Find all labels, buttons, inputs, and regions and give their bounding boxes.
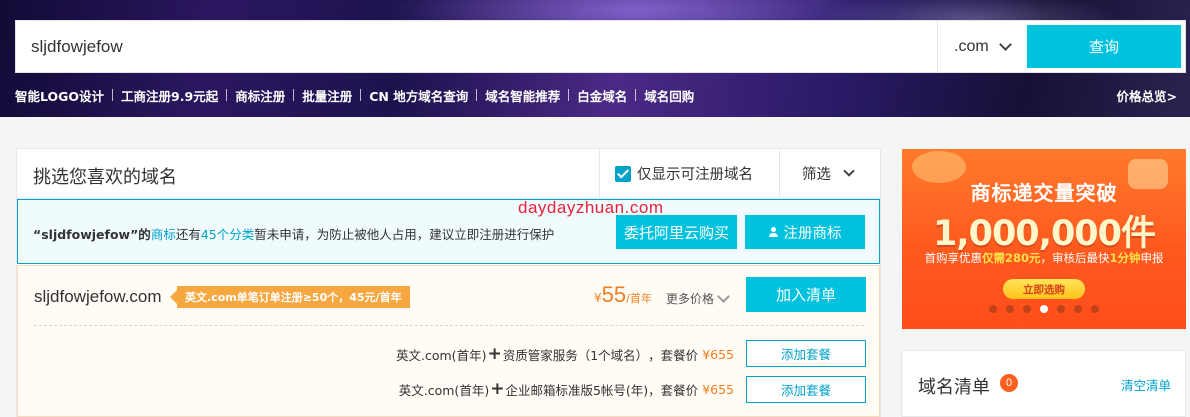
domain-search-input[interactable] bbox=[16, 21, 936, 72]
price-value: 55 bbox=[601, 282, 627, 307]
user-icon bbox=[768, 227, 779, 237]
divider bbox=[360, 89, 362, 101]
cart-count-badge: 0 bbox=[1000, 374, 1018, 392]
notice-middle: 还有 bbox=[175, 227, 201, 242]
divider bbox=[293, 89, 295, 101]
package-offer: 英文.com(首年) + 资质管家服务（1个域名） ，套餐价 ¥655 bbox=[396, 344, 734, 364]
search-button[interactable]: 查询 bbox=[1027, 25, 1181, 68]
package-label: ，套餐价 bbox=[648, 347, 699, 363]
panel-header: 挑选您喜欢的域名 仅显示可注册域名 筛选 bbox=[17, 149, 880, 199]
filter-dropdown[interactable]: 筛选 bbox=[779, 149, 880, 198]
register-trademark-label: 注册商标 bbox=[783, 225, 842, 242]
domain-price: ¥55/首年 bbox=[594, 282, 652, 308]
notice-classes: 45个分类 bbox=[200, 227, 255, 242]
entrust-purchase-button[interactable]: 委托阿里云购买 bbox=[616, 215, 737, 249]
quick-link-bulk[interactable]: 批量注册 bbox=[302, 86, 352, 105]
quick-link-buyback[interactable]: 域名回购 bbox=[644, 86, 694, 105]
price-overview-link[interactable]: 价格总览> bbox=[1117, 86, 1177, 105]
add-package-button[interactable]: 添加套餐 bbox=[746, 376, 866, 403]
trademark-notice: daydayzhuan.com “sljdfowjefow”的商标还有45个分类… bbox=[17, 198, 880, 264]
banner-number: 1,000,000件 bbox=[932, 214, 1156, 254]
add-package-button[interactable]: 添加套餐 bbox=[746, 340, 866, 367]
banner-sub-middle: ，审核后最快 bbox=[1040, 251, 1110, 265]
banner-sub-highlight: 1分钟 bbox=[1109, 251, 1141, 265]
notice-trademark-link[interactable]: 商标 bbox=[151, 227, 176, 242]
quick-link-platinum[interactable]: 白金域名 bbox=[577, 86, 627, 105]
quick-link-business-registration[interactable]: 工商注册9.9元起 bbox=[121, 86, 218, 105]
more-prices-label: 更多价格 bbox=[666, 292, 715, 306]
divider bbox=[226, 89, 228, 101]
banner-sub-prefix: 首购享优惠 bbox=[924, 251, 982, 265]
domain-results-panel: 挑选您喜欢的域名 仅显示可注册域名 筛选 daydayzhuan.com “sl… bbox=[16, 148, 881, 417]
filter-label: 筛选 bbox=[802, 167, 831, 183]
banner-sub-suffix: 申报 bbox=[1140, 251, 1164, 265]
quick-links: 智能LOGO设计 工商注册9.9元起 商标注册 批量注册 CN 地方域名查询 域… bbox=[15, 86, 694, 104]
carousel-dot[interactable] bbox=[1023, 305, 1031, 313]
search-hero: .com 查询 智能LOGO设计 工商注册9.9元起 商标注册 批量注册 CN … bbox=[0, 0, 1190, 117]
suffix-select-value: .com bbox=[954, 37, 989, 55]
notice-quote-close: ”的 bbox=[130, 227, 151, 242]
notice-name: sljdfowjefow bbox=[41, 227, 131, 242]
carousel-dot[interactable] bbox=[1057, 305, 1065, 313]
divider bbox=[635, 89, 637, 101]
divider bbox=[476, 89, 478, 101]
search-bar: .com 查询 bbox=[15, 20, 1186, 73]
carousel-dot[interactable] bbox=[1074, 305, 1082, 313]
price-currency: ¥ bbox=[594, 291, 602, 305]
only-available-toggle[interactable]: 仅显示可注册域名 bbox=[599, 149, 779, 198]
clear-list-link[interactable]: 清空清单 bbox=[1121, 375, 1171, 394]
cart-title: 域名清单 bbox=[918, 377, 990, 398]
banner-sub-highlight: 仅需280元 bbox=[981, 251, 1041, 265]
plus-icon: + bbox=[490, 379, 505, 399]
divider bbox=[34, 325, 864, 326]
domain-list-panel: 域名清单 0 清空清单 bbox=[901, 350, 1186, 417]
chevron-down-icon bbox=[717, 289, 730, 303]
plus-icon: + bbox=[487, 344, 502, 364]
carousel-dot-active[interactable] bbox=[1040, 305, 1048, 313]
package-label: ，套餐价 bbox=[648, 382, 699, 398]
chevron-down-icon bbox=[998, 37, 1012, 51]
package-item: 资质管家服务（1个域名） bbox=[502, 347, 649, 363]
package-prefix: 英文.com(首年) bbox=[398, 382, 490, 398]
promo-banner[interactable]: 商标递交量突破 1,000,000件 首购享优惠仅需280元，审核后最快1分钟申… bbox=[902, 149, 1186, 329]
quick-link-cn-local[interactable]: CN 地方域名查询 bbox=[369, 86, 468, 105]
notice-text: “sljdfowjefow”的商标还有45个分类暂未申请，为防止被他人占用，建议… bbox=[33, 224, 554, 243]
domain-name: sljdfowjefow.com bbox=[34, 287, 162, 306]
package-item: 企业邮箱标准版5帐号(年) bbox=[505, 382, 649, 398]
package-offer: 英文.com(首年) + 企业邮箱标准版5帐号(年) ，套餐价 ¥655 bbox=[399, 379, 734, 399]
suffix-select[interactable]: .com bbox=[937, 21, 1027, 72]
add-to-list-button[interactable]: 加入清单 bbox=[746, 277, 866, 312]
notice-rest: 暂未申请，为防止被他人占用，建议立即注册进行保护 bbox=[254, 227, 555, 242]
panel-title: 挑选您喜欢的域名 bbox=[33, 167, 177, 188]
divider bbox=[568, 89, 570, 101]
carousel-dot[interactable] bbox=[1091, 305, 1099, 313]
notice-quote-open: “ bbox=[33, 227, 42, 242]
promo-tag: 英文.com单笔订单注册≥50个，45元/首年 bbox=[170, 286, 410, 308]
package-price: ¥655 bbox=[702, 346, 734, 362]
package-prefix: 英文.com(首年) bbox=[396, 347, 487, 363]
carousel-dot[interactable] bbox=[1006, 305, 1014, 313]
package-price: ¥655 bbox=[702, 381, 734, 397]
quick-link-smart-recommend[interactable]: 域名智能推荐 bbox=[485, 86, 560, 105]
domain-result-row: sljdfowjefow.com 英文.com单笔订单注册≥50个，45元/首年… bbox=[17, 265, 880, 417]
banner-cta-button[interactable]: 立即选购 bbox=[1003, 279, 1085, 299]
register-trademark-button[interactable]: 注册商标 bbox=[745, 215, 865, 249]
more-prices-toggle[interactable]: 更多价格 bbox=[666, 289, 730, 307]
banner-subtitle: 首购享优惠仅需280元，审核后最快1分钟申报 bbox=[902, 250, 1186, 266]
divider bbox=[112, 89, 114, 101]
checkbox-checked-icon[interactable] bbox=[615, 165, 631, 182]
quick-link-logo[interactable]: 智能LOGO设计 bbox=[15, 86, 104, 105]
banner-title: 商标递交量突破 bbox=[970, 181, 1118, 205]
only-available-label: 仅显示可注册域名 bbox=[637, 167, 753, 183]
quick-link-trademark[interactable]: 商标注册 bbox=[235, 86, 285, 105]
chevron-down-icon bbox=[843, 165, 855, 177]
carousel-dots bbox=[902, 305, 1186, 313]
price-unit: /首年 bbox=[626, 292, 652, 305]
carousel-dot[interactable] bbox=[989, 305, 997, 313]
